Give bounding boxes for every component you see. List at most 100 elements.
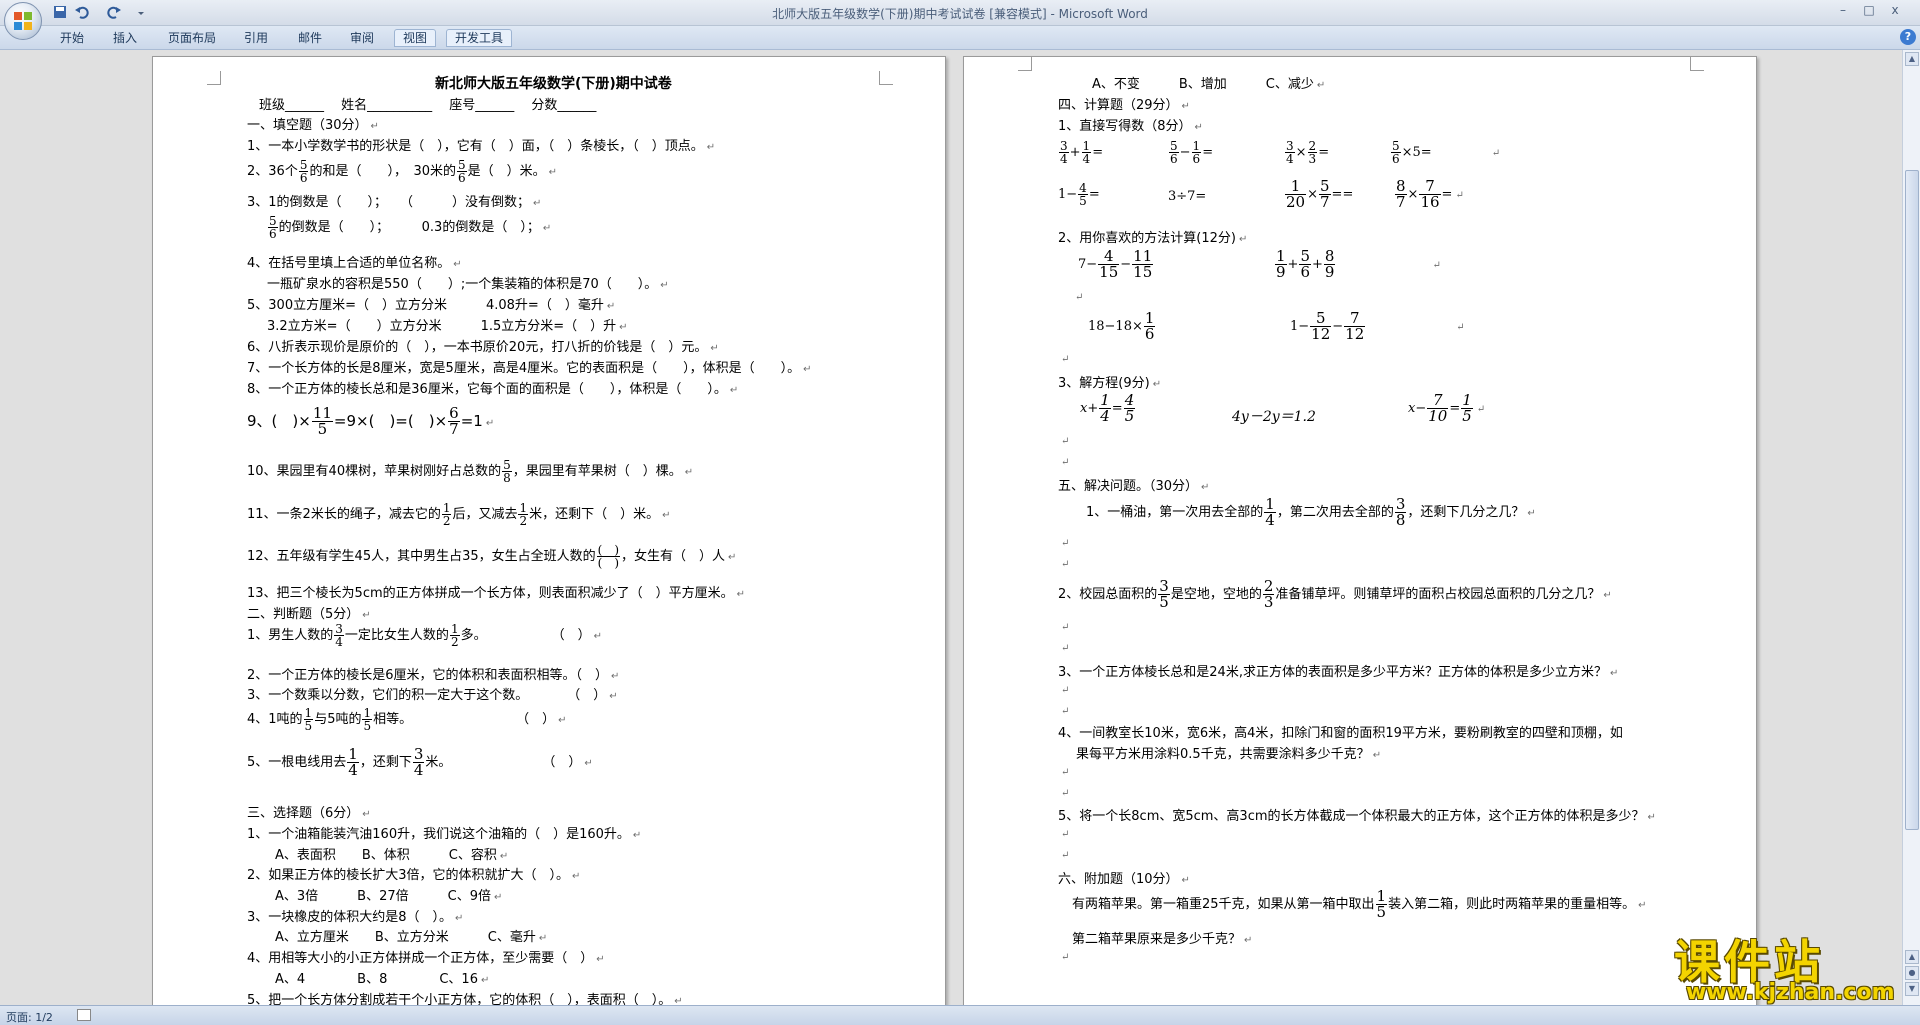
- tab-references[interactable]: 引用: [236, 30, 276, 48]
- question-text: 1、一桶油，第一次用去全部的 1 4 ，第二次用去全部的 3 8 ，还剩下几分之几？ ↵: [1086, 495, 1536, 529]
- question-text: 8、一个正方体的棱长总和是36厘米，它每个面的面积是（ ），体积是（ ）。 ↵: [247, 382, 739, 397]
- proofing-status-icon[interactable]: [77, 1009, 91, 1021]
- question-text: 3、一块橡皮的体积大约是8（ ）。 ↵: [247, 910, 464, 925]
- paragraph-mark: ↵: [1061, 952, 1070, 963]
- equation: x+ 1 4 = 4 5: [1080, 391, 1136, 425]
- math-expression: 5 6 ×5= ↵: [1391, 139, 1501, 166]
- question-text: 3、解方程(9分) ↵: [1058, 376, 1162, 391]
- paragraph-mark: ↵: [1061, 622, 1070, 633]
- question-text: 5 6 的倒数是（ ）； 0.3的倒数是（ ）； ↵: [268, 214, 552, 241]
- section-heading: 五、解决问题。（30分） ↵: [1058, 479, 1210, 494]
- question-text: 5、把一个长方体分割成若干个小正方体，它的体积（ ），表面积（ ）。 ↵: [247, 993, 683, 1005]
- paragraph-mark: ↵: [1061, 767, 1070, 778]
- document-area[interactable]: 新北师大版五年级数学(下册)期中试卷 班级______ 姓名__________…: [0, 50, 1902, 1005]
- next-page-icon[interactable]: ▼: [1905, 982, 1919, 996]
- question-text: 一瓶矿泉水的容积是550（ ）;一个集装箱的体积是70（ ）。 ↵: [267, 277, 669, 292]
- math-expression: 7− 4 15−11 15: [1078, 247, 1154, 281]
- question-text: 7、一个长方体的长是8厘米，宽是5厘米，高是4厘米。它的表面积是（ ），体积是（…: [247, 361, 812, 376]
- math-expression: 3 4 × 2 3 =: [1285, 139, 1330, 166]
- paragraph-mark: ↵: [1061, 538, 1070, 549]
- tab-insert[interactable]: 插入: [105, 30, 145, 48]
- help-icon[interactable]: ?: [1900, 29, 1916, 45]
- math-expression: 1− 4 5 =: [1058, 181, 1100, 208]
- section-heading: 三、选择题（6分） ↵: [247, 806, 371, 821]
- question-text: 13、把三个棱长为5cm的正方体拼成一个长方体，则表面积减少了（ ）平方厘米。 ↵: [247, 586, 746, 601]
- paragraph-mark: ↵: [1061, 559, 1070, 570]
- scroll-up-arrow-icon[interactable]: ▲: [1905, 52, 1919, 66]
- question-text: 9、( )× 11 5 =9×( )=( )× 6 7 =1 ↵: [247, 404, 495, 438]
- equation: x− 7 10 = 1 5 ↵: [1408, 391, 1486, 425]
- question-text: 2、校园总面积的 3 5 是空地，空地的 2 3 准备铺草坪。则铺草坪的面积占校园总面积的几…: [1058, 577, 1612, 611]
- section-heading: 二、判断题（5分） ↵: [247, 607, 371, 622]
- minimize-button[interactable]: –: [1832, 3, 1854, 17]
- question-text: 1、一本小学数学书的形状是（ ），它有（ ）面，（ ）条棱长，（ ）顶点。 ↵: [247, 139, 716, 154]
- close-button[interactable]: x: [1884, 3, 1906, 17]
- question-text: 2、用你喜欢的方法计算(12分) ↵: [1058, 231, 1248, 246]
- answer-options: A、3倍 B、27倍 C、9倍 ↵: [275, 889, 503, 904]
- paragraph-mark-icon: ↵: [370, 121, 379, 132]
- paragraph-mark: ↵: [1061, 829, 1070, 840]
- page-2[interactable]: A、不变 B、增加 C、减少 ↵ 四、计算题（29分） ↵ 1、直接写得数（8分） ↵…: [963, 56, 1757, 1005]
- question-text: 4、在括号里填上合适的单位名称。 ↵: [247, 256, 462, 271]
- paragraph-mark: ↵: [1061, 788, 1070, 799]
- question-text: 果每平方米用涂料0.5千克，共需要涂料多少千克？ ↵: [1076, 747, 1382, 762]
- question-text: 3、一个数乘以分数，它们的积一定大于这个数。 （ ） ↵: [247, 688, 618, 703]
- paragraph-mark: ↵: [1075, 292, 1084, 303]
- question-text: 3、1的倒数是（ ）； （ ）没有倒数； ↵: [247, 195, 542, 210]
- question-text: 2、一个正方体的棱长是6厘米，它的体积和表面积相等。（ ） ↵: [247, 668, 620, 683]
- question-text: 2、如果正方体的棱长扩大3倍，它的体积就扩大（ ）。 ↵: [247, 868, 581, 883]
- status-bar: 页面: 1/2: [0, 1005, 1920, 1025]
- office-button[interactable]: [4, 2, 42, 40]
- paragraph-mark: ↵: [1061, 354, 1070, 365]
- question-text: 3.2立方米=（ ）立方分米 1.5立方分米=（ ）升 ↵: [267, 319, 628, 334]
- crop-mark: [879, 71, 893, 85]
- paragraph-mark: ↵: [1061, 850, 1070, 861]
- answer-options: A、表面积 B、体积 C、容积 ↵: [275, 848, 509, 863]
- page-count-status[interactable]: 页面: 1/2: [6, 1009, 53, 1025]
- scrollbar-thumb[interactable]: [1905, 170, 1919, 830]
- tab-page-layout[interactable]: 页面布局: [160, 30, 224, 48]
- answer-options: A、立方厘米 B、立方分米 C、毫升 ↵: [275, 930, 548, 945]
- math-expression: 3 4 +1 4 =: [1059, 139, 1104, 166]
- math-expression: 5 6−1 6 =: [1169, 139, 1214, 166]
- answer-options: A、4 B、8 C、16 ↵: [275, 972, 490, 987]
- section-heading: 一、填空题（30分） ↵: [247, 118, 379, 133]
- crop-mark: [207, 71, 221, 85]
- math-expression: 18−18× 1 6: [1088, 309, 1156, 343]
- math-expression: 1− 5 12−7 12 ↵: [1290, 309, 1465, 343]
- crop-mark: [1018, 57, 1032, 71]
- question-text: 4、用相等大小的小正方体拼成一个正方体，至少需要（ ） ↵: [247, 951, 605, 966]
- math-expression: 3÷7=: [1168, 189, 1207, 204]
- paragraph-mark: ↵: [1061, 436, 1070, 447]
- math-expression: 1 9 +5 6 +8 9 ↵: [1275, 247, 1441, 281]
- vertical-scrollbar[interactable]: ▲ ▲ ● ▼: [1902, 50, 1920, 1005]
- question-text: 12、五年级有学生45人，其中男生占35，女生占全班人数的( )( ) ，女生有（…: [247, 543, 737, 570]
- student-info-line: 班级______ 姓名__________ 座号______ 分数______: [259, 98, 597, 113]
- question-text: 4、1吨的 1 5 与5吨的 1 5 相等。 （ ） ↵: [247, 706, 567, 733]
- tab-review[interactable]: 审阅: [342, 30, 382, 48]
- math-expression: 1 20 × 5 7 ==: [1285, 177, 1354, 211]
- section-heading: 四、计算题（29分） ↵: [1058, 98, 1190, 113]
- tab-home[interactable]: 开始: [52, 30, 92, 48]
- question-text: 5、一根电线用去 1 4 ，还剩下 3 4 米。 （ ） ↵: [247, 745, 593, 779]
- paragraph-mark: ↵: [1061, 643, 1070, 654]
- question-text: 11、一条2米长的绳子，减去它的 1 2 后，又减去 1 2 米，还剩下（ ）米。 ↵: [247, 501, 671, 528]
- page-1[interactable]: 新北师大版五年级数学(下册)期中试卷 班级______ 姓名__________…: [152, 56, 946, 1005]
- previous-page-icon[interactable]: ▲: [1905, 950, 1919, 964]
- title-bar: 北师大版五年级数学(下册)期中考试试卷 [兼容模式] - Microsoft W…: [0, 0, 1920, 40]
- tab-developer[interactable]: 开发工具: [446, 29, 513, 47]
- tab-mailings[interactable]: 邮件: [290, 30, 330, 48]
- question-text: 5、300立方厘米=（ ）立方分米 4.08升=（ ）毫升 ↵: [247, 298, 616, 313]
- question-text: 1、一个油箱能装汽油160升，我们说这个油箱的（ ）是160升。 ↵: [247, 827, 642, 842]
- select-browse-object-icon[interactable]: ●: [1905, 966, 1919, 980]
- watermark-url: www.kjzhan.com: [1686, 980, 1895, 1005]
- tab-view[interactable]: 视图: [394, 29, 437, 47]
- maximize-button[interactable]: □: [1858, 3, 1880, 17]
- math-expression: 8 7 × 7 16 = ↵: [1395, 177, 1464, 211]
- question-text: 6、八折表示现价是原价的（ ），一本书原价20元，打八折的价钱是（ ）元。 ↵: [247, 340, 719, 355]
- question-text: 有两箱苹果。第一箱重25千克，如果从第一箱中取出 1 5 装入第二箱，则此时两箱苹果的…: [1072, 887, 1647, 921]
- answer-options: A、不变 B、增加 C、减少 ↵: [1092, 77, 1326, 92]
- site-watermark: 课件站 www.kjzhan.com: [1664, 926, 1900, 1006]
- question-text: 10、果园里有40棵树，苹果树刚好占总数的 5 8 ，果园里有苹果树（ ）棵。 ↵: [247, 458, 694, 485]
- document-title: 新北师大版五年级数学(下册)期中试卷: [435, 76, 672, 92]
